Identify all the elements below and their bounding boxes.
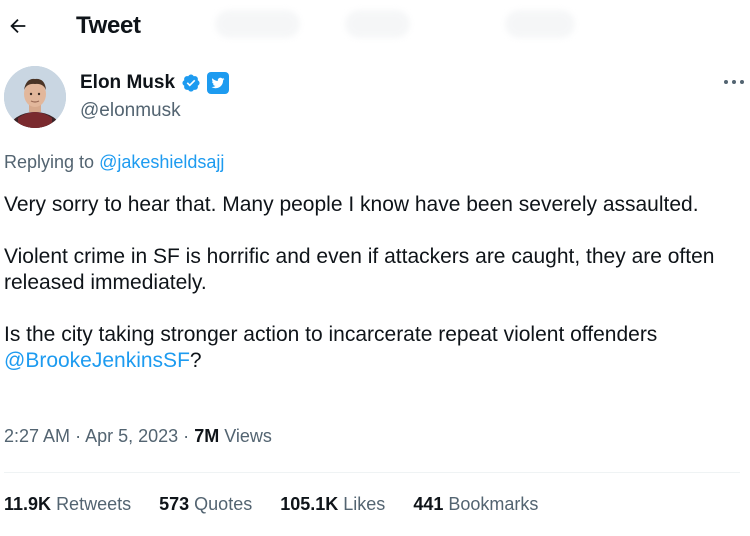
tweet-paragraph: Very sorry to hear that. Many people I k…	[4, 193, 699, 216]
tweet-stats: 11.9K Retweets 573 Quotes 105.1K Likes 4…	[4, 494, 538, 515]
tweet-date[interactable]: Apr 5, 2023	[85, 426, 178, 446]
tweet-meta: 2:27 AM · Apr 5, 2023 · 7M Views	[4, 426, 272, 447]
blurred-region	[345, 10, 410, 38]
likes-label: Likes	[343, 494, 386, 514]
author-name-row: Elon Musk	[80, 70, 230, 96]
quotes-stat[interactable]: 573 Quotes	[159, 494, 252, 515]
views-label: Views	[224, 426, 272, 446]
replying-prefix: Replying to	[4, 152, 95, 172]
back-button[interactable]	[4, 14, 32, 42]
verified-badge-icon[interactable]	[181, 73, 201, 93]
twitter-bird-badge-icon[interactable]	[207, 72, 230, 94]
views-count: 7M	[194, 426, 220, 446]
tweet-paragraph-suffix: ?	[189, 349, 202, 372]
bookmarks-count: 441	[413, 494, 444, 514]
tweet-header: Tweet	[0, 0, 750, 56]
author-info: Elon Musk @elonmusk	[80, 70, 230, 122]
tweet-paragraph: Is the city taking stronger action to in…	[4, 322, 744, 374]
avatar[interactable]	[4, 66, 66, 128]
quotes-count: 573	[159, 494, 190, 514]
likes-count: 105.1K	[280, 494, 339, 514]
avatar-image	[4, 66, 66, 128]
retweets-label: Retweets	[56, 494, 132, 514]
more-options-button[interactable]	[720, 72, 748, 92]
tweet-paragraph-text: Is the city taking stronger action to in…	[4, 323, 658, 346]
mention-link[interactable]: @BrookeJenkinsSF	[4, 349, 190, 372]
tweet-time[interactable]: 2:27 AM	[4, 426, 70, 446]
arrow-left-icon	[7, 15, 29, 42]
bookmarks-label: Bookmarks	[448, 494, 539, 514]
author-handle[interactable]: @elonmusk	[80, 100, 229, 122]
tweet-text: Very sorry to hear that. Many people I k…	[4, 192, 744, 400]
replying-handle-link[interactable]: @jakeshieldsajj	[99, 152, 224, 172]
bookmarks-stat[interactable]: 441 Bookmarks	[413, 494, 538, 515]
blurred-region	[505, 10, 575, 38]
likes-stat[interactable]: 105.1K Likes	[280, 494, 385, 515]
more-horizontal-icon	[723, 73, 745, 91]
meta-separator: ·	[183, 426, 190, 446]
retweets-count: 11.9K	[4, 494, 52, 514]
blurred-region	[215, 10, 300, 38]
divider	[4, 472, 740, 473]
meta-separator: ·	[75, 426, 82, 446]
tweet-paragraph: Violent crime in SF is horrific and even…	[4, 245, 715, 294]
author-name[interactable]: Elon Musk	[80, 72, 175, 94]
retweets-stat[interactable]: 11.9K Retweets	[4, 494, 131, 515]
page-title: Tweet	[76, 12, 141, 39]
quotes-label: Quotes	[194, 494, 253, 514]
replying-to: Replying to @jakeshieldsajj	[4, 152, 224, 173]
